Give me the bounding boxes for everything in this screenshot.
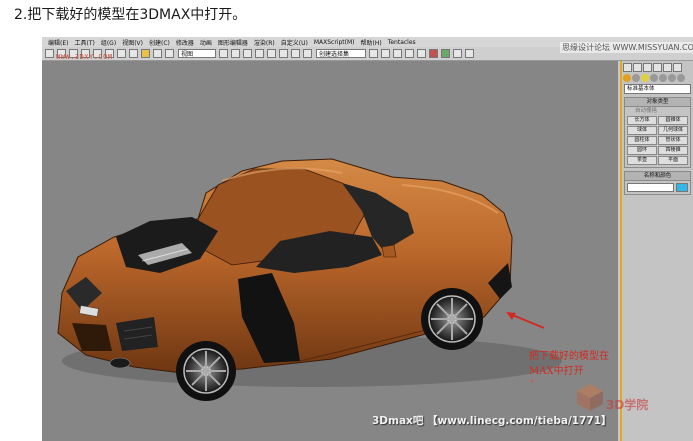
menu-graph-editors[interactable]: 图形编辑器 (218, 38, 248, 47)
command-panel-tabs (622, 61, 693, 73)
name-color-rollout: 名称和颜色 (624, 171, 691, 195)
reference-coordinate-select[interactable]: 视图 (178, 49, 216, 58)
modify-tab-icon[interactable] (633, 63, 642, 72)
lights-icon[interactable] (641, 74, 649, 82)
box-button[interactable]: 长方体 (627, 116, 657, 125)
display-tab-icon[interactable] (663, 63, 672, 72)
snap-icon[interactable] (255, 49, 264, 58)
manipulate-icon[interactable] (231, 49, 240, 58)
rotate-icon[interactable] (153, 49, 162, 58)
object-type-rollout: 对象类型 自动栅格 长方体 圆锥体 球体 几何球体 圆柱体 管状体 圆环 四棱锥… (624, 97, 691, 168)
annotation-note: 把下载好的模型在MAX中打开 (529, 351, 609, 377)
undo-icon[interactable] (45, 49, 54, 58)
select-by-name-icon[interactable] (117, 49, 126, 58)
menu-animation[interactable]: 动画 (200, 38, 212, 47)
object-name-field[interactable] (627, 183, 674, 192)
space-warps-icon[interactable] (668, 74, 676, 82)
cone-button[interactable]: 圆锥体 (658, 116, 688, 125)
geosphere-button[interactable]: 几何球体 (658, 126, 688, 135)
align-icon[interactable] (381, 49, 390, 58)
schematic-view-icon[interactable] (417, 49, 426, 58)
utilities-tab-icon[interactable] (673, 63, 682, 72)
geometry-icon[interactable] (623, 74, 631, 82)
scale-icon[interactable] (165, 49, 174, 58)
max-window: 编辑(E) 工具(T) 组(G) 视图(V) 创建(C) 修改器 动画 图形编辑… (42, 37, 693, 441)
quick-render-icon[interactable] (465, 49, 474, 58)
bottom-watermark: 3Dmax吧 【www.linecg.com/tieba/1771】 (372, 415, 612, 427)
forum-watermark: 思缘设计论坛 WWW.MISSYUAN.COM (560, 42, 693, 53)
plane-button[interactable]: 平面 (658, 156, 688, 165)
audi-r8-car-model[interactable] (42, 61, 618, 441)
menu-edit[interactable]: 编辑(E) (48, 38, 68, 47)
edit-named-selection-icon[interactable] (303, 49, 312, 58)
sphere-button[interactable]: 球体 (627, 126, 657, 135)
pointer-arrow-icon (506, 312, 545, 329)
menu-modifiers[interactable]: 修改器 (176, 38, 194, 47)
pyramid-button[interactable]: 四棱锥 (658, 146, 688, 155)
move-icon[interactable] (141, 49, 150, 58)
object-type-title[interactable]: 对象类型 (625, 98, 690, 107)
create-category-icons (622, 73, 693, 83)
systems-icon[interactable] (677, 74, 685, 82)
spinner-snap-icon[interactable] (291, 49, 300, 58)
named-selection-set-dropdown[interactable]: 创建选择集 (316, 49, 366, 58)
menu-rendering[interactable]: 渲染(R) (254, 38, 275, 47)
motion-tab-icon[interactable] (653, 63, 662, 72)
tube-button[interactable]: 管状体 (658, 136, 688, 145)
category-dropdown[interactable]: 标准基本体 (624, 84, 691, 94)
cameras-icon[interactable] (650, 74, 658, 82)
torus-button[interactable]: 圆环 (627, 146, 657, 155)
pivot-icon[interactable] (219, 49, 228, 58)
render-setup-icon[interactable] (441, 49, 450, 58)
menu-customize[interactable]: 自定义(U) (281, 38, 308, 47)
keyboard-shortcut-icon[interactable] (243, 49, 252, 58)
command-panel: 标准基本体 对象类型 自动栅格 长方体 圆锥体 球体 几何球体 圆柱体 管状体 … (620, 61, 693, 441)
curve-editor-icon[interactable] (405, 49, 414, 58)
menu-group[interactable]: 组(G) (101, 38, 116, 47)
cylinder-button[interactable]: 圆柱体 (627, 136, 657, 145)
mirror-icon[interactable] (369, 49, 378, 58)
menu-tentacles[interactable]: Tentacles (388, 39, 416, 46)
hierarchy-tab-icon[interactable] (643, 63, 652, 72)
shapes-icon[interactable] (632, 74, 640, 82)
render-frame-icon[interactable] (453, 49, 462, 58)
page-caption: 2.把下载好的模型在3DMAX中打开。 (14, 7, 247, 23)
percent-snap-icon[interactable] (279, 49, 288, 58)
menu-help[interactable]: 帮助(H) (361, 38, 382, 47)
menu-tools[interactable]: 工具(T) (74, 38, 94, 47)
material-editor-icon[interactable] (429, 49, 438, 58)
autogrid-checkbox[interactable]: 自动栅格 (625, 107, 690, 115)
rect-selection-icon[interactable] (129, 49, 138, 58)
helpers-icon[interactable] (659, 74, 667, 82)
site-watermark: WWW.3DXY.COM (56, 53, 113, 61)
angle-snap-icon[interactable] (267, 49, 276, 58)
logo-watermark-text: 3D学院 (606, 398, 649, 412)
create-tab-icon[interactable] (623, 63, 632, 72)
menu-views[interactable]: 视图(V) (122, 38, 143, 47)
name-color-title[interactable]: 名称和颜色 (625, 172, 690, 181)
object-color-swatch[interactable] (676, 183, 688, 192)
teapot-button[interactable]: 茶壶 (627, 156, 657, 165)
annotation-dot (531, 380, 533, 382)
perspective-viewport[interactable] (42, 61, 618, 441)
layer-manager-icon[interactable] (393, 49, 402, 58)
menu-create[interactable]: 创建(C) (149, 38, 170, 47)
menu-maxscript[interactable]: MAXScript(M) (314, 39, 355, 46)
cube-logo-icon (577, 384, 603, 411)
